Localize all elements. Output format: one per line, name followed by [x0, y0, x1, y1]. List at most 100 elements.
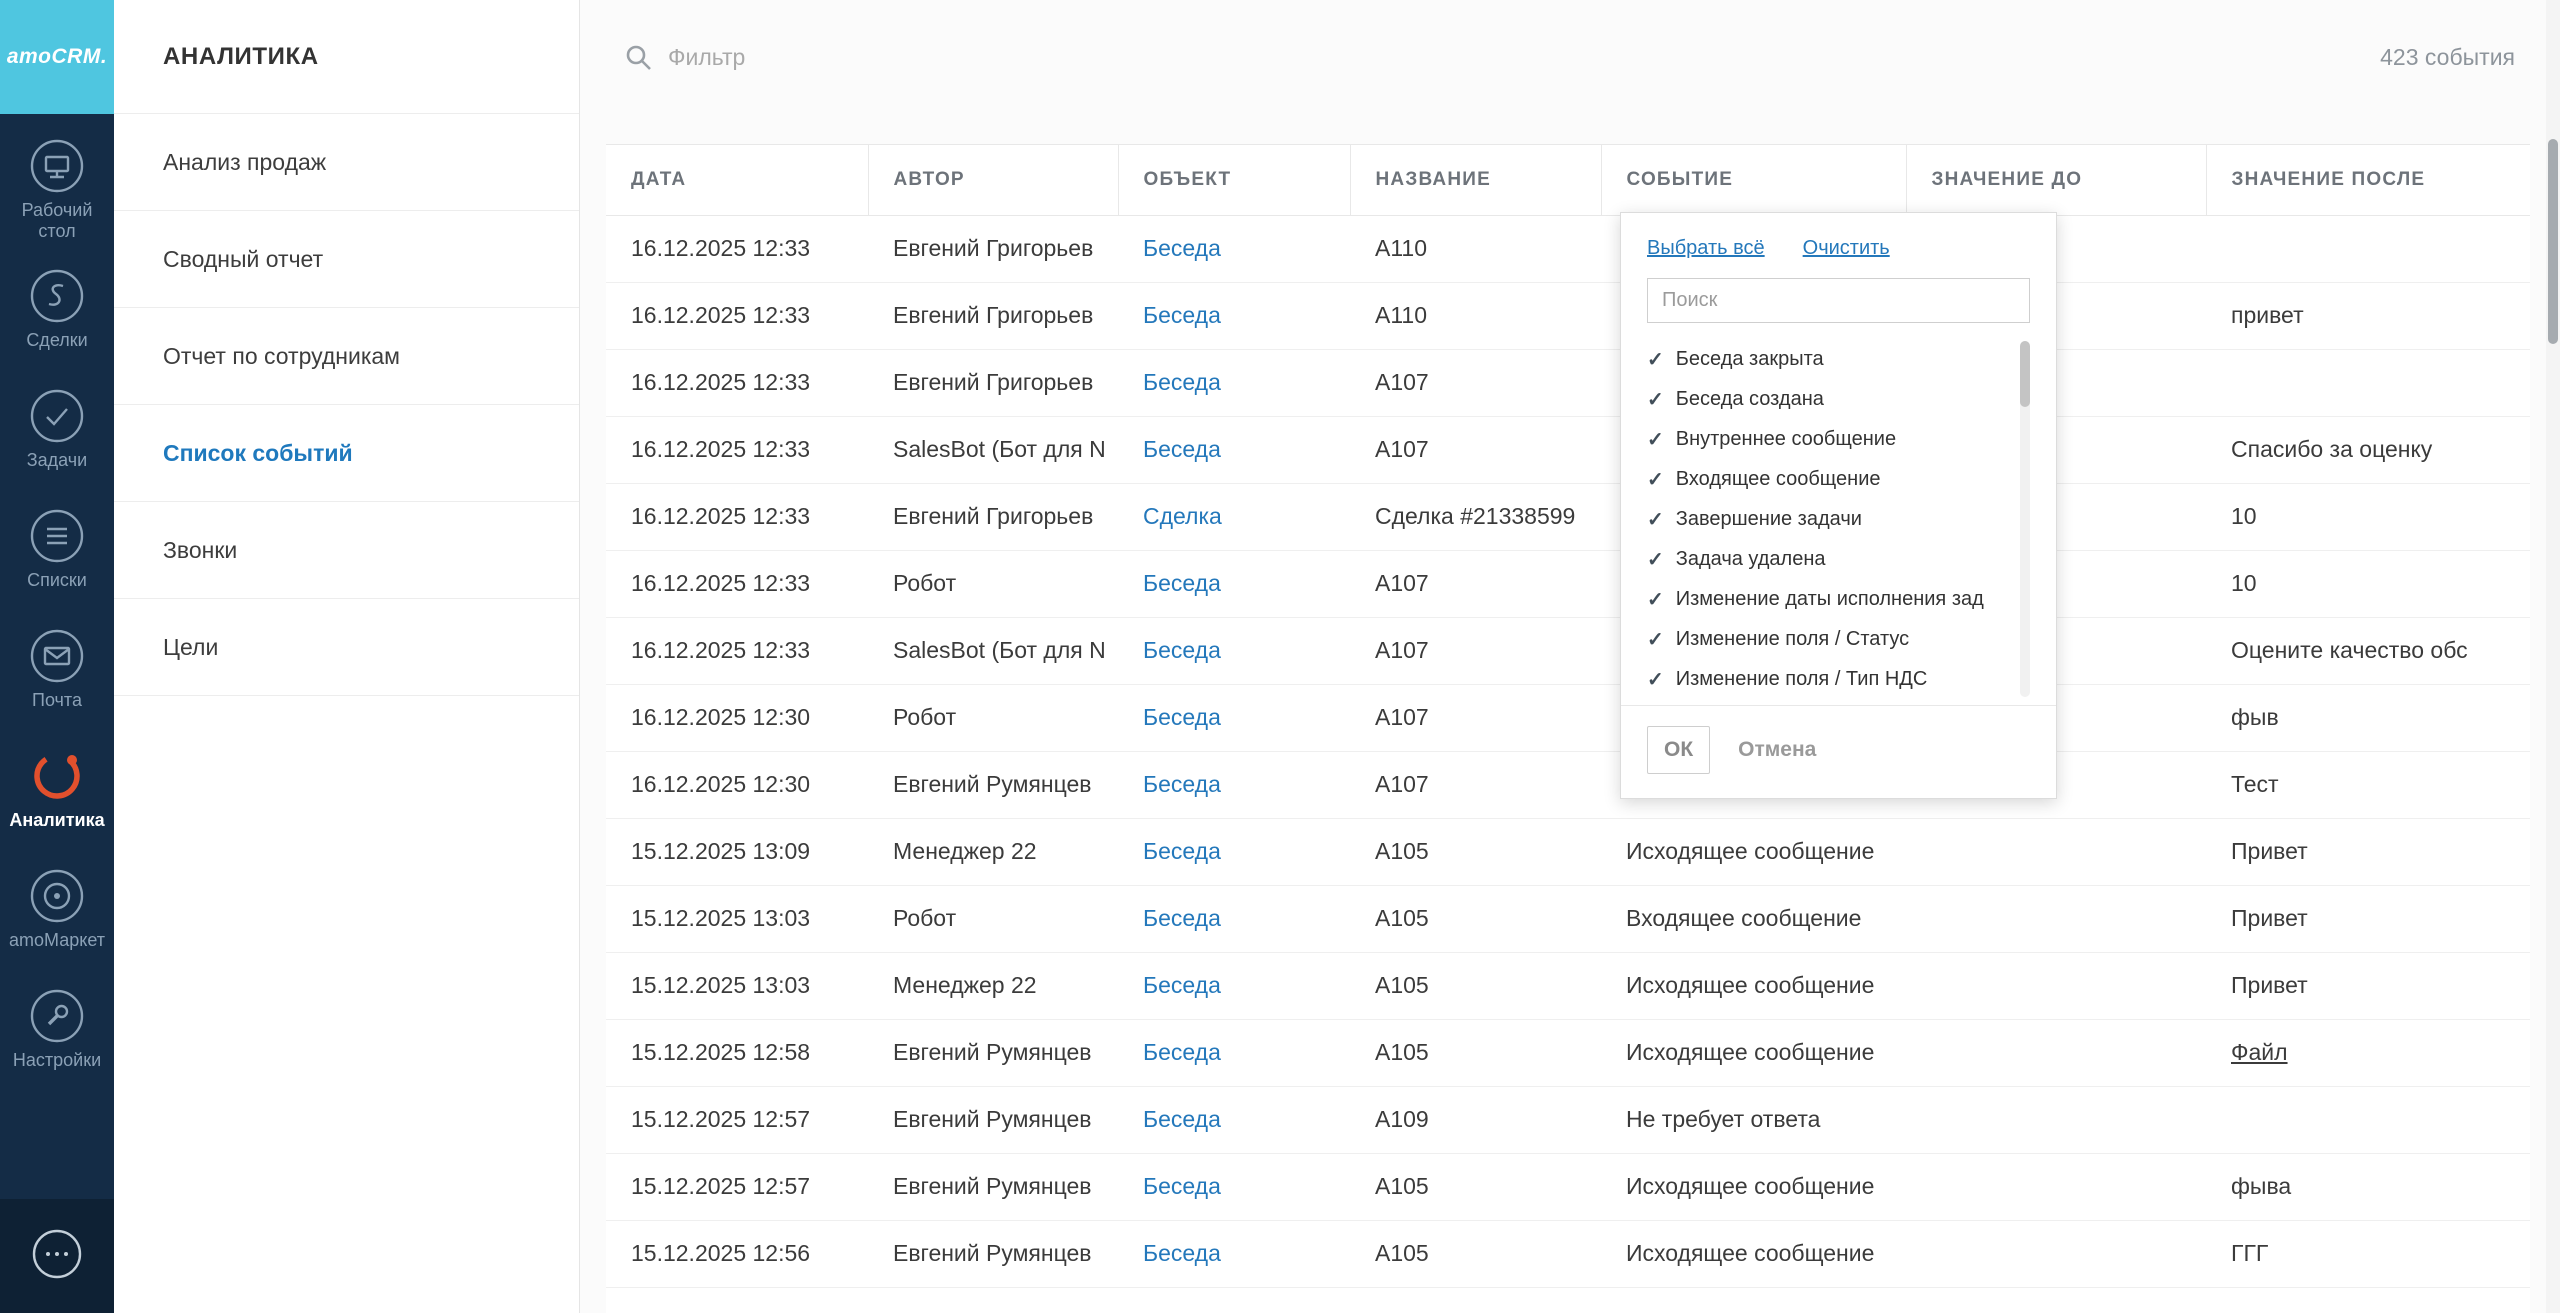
- menu-item-calls[interactable]: Звонки: [114, 502, 579, 599]
- filter-input[interactable]: Фильтр: [668, 44, 745, 71]
- checkmark-icon: ✓: [1647, 627, 1664, 652]
- object-link[interactable]: Беседа: [1143, 302, 1221, 328]
- table-row[interactable]: 16.12.2025 12:33 Евгений Григорьев Бесед…: [606, 215, 2530, 282]
- menu-item-goals[interactable]: Цели: [114, 599, 579, 696]
- filter-option[interactable]: ✓ Изменение поля / Тип НДС: [1647, 659, 2010, 699]
- table-row[interactable]: 15.12.2025 12:57 Евгений Румянцев Беседа…: [606, 1086, 2530, 1153]
- menu-item-event-list[interactable]: Список событий: [114, 405, 579, 502]
- sidebar-item-label: Задачи: [5, 450, 109, 471]
- filter-list-scrollbar[interactable]: [2020, 341, 2030, 697]
- sidebar-item-lists[interactable]: Списки: [0, 490, 114, 610]
- filter-option[interactable]: ✓ Изменение поля / Статус: [1647, 619, 2010, 659]
- select-all-link[interactable]: Выбрать всё: [1647, 237, 1765, 260]
- object-link[interactable]: Беседа: [1143, 570, 1221, 596]
- cell-date: 15.12.2025 12:56: [606, 1220, 868, 1287]
- column-header-date[interactable]: ДАТА: [606, 145, 868, 215]
- filter-option[interactable]: ✓ Задача удалена: [1647, 539, 2010, 579]
- object-link[interactable]: Сделка: [1143, 503, 1222, 529]
- cell-date: 15.12.2025 13:03: [606, 885, 868, 952]
- table-row[interactable]: 16.12.2025 12:33 Евгений Григорьев Бесед…: [606, 282, 2530, 349]
- cancel-button[interactable]: Отмена: [1738, 738, 1816, 762]
- table-row[interactable]: 15.12.2025 12:58 Евгений Румянцев Беседа…: [606, 1019, 2530, 1086]
- cell-author: Евгений Григорьев: [868, 349, 1118, 416]
- object-link[interactable]: Беседа: [1143, 972, 1221, 998]
- cell-date: 15.12.2025 12:58: [606, 1019, 868, 1086]
- object-link[interactable]: Беседа: [1143, 838, 1221, 864]
- cell-date: 15.12.2025 12:57: [606, 1086, 868, 1153]
- filter-options-list: ✓ Беседа закрыта ✓ Беседа создана ✓ Внут…: [1647, 339, 2030, 699]
- table-row[interactable]: 16.12.2025 12:33 Евгений Григорьев Бесед…: [606, 349, 2530, 416]
- analytics-icon: [30, 749, 84, 803]
- clear-link[interactable]: Очистить: [1803, 237, 1890, 260]
- column-header-author[interactable]: АВТОР: [868, 145, 1118, 215]
- filter-option[interactable]: ✓ Беседа закрыта: [1647, 339, 2010, 379]
- cell-author: Евгений Григорьев: [868, 215, 1118, 282]
- filter-option[interactable]: ✓ Внутреннее сообщение: [1647, 419, 2010, 459]
- object-link[interactable]: Беседа: [1143, 235, 1221, 261]
- table-row[interactable]: 15.12.2025 12:57 Евгений Румянцев Беседа…: [606, 1153, 2530, 1220]
- cell-author: Евгений Румянцев: [868, 1086, 1118, 1153]
- filter-list-scrollbar-thumb[interactable]: [2020, 341, 2030, 407]
- object-link[interactable]: Беседа: [1143, 637, 1221, 663]
- sidebar-item-mail[interactable]: Почта: [0, 610, 114, 730]
- table-row[interactable]: 15.12.2025 13:03 Робот Беседа A105 Входя…: [606, 885, 2530, 952]
- column-header-event[interactable]: СОБЫТИЕ: [1601, 145, 1906, 215]
- object-link[interactable]: Беседа: [1143, 369, 1221, 395]
- cell-object: Беседа: [1118, 416, 1350, 483]
- cell-author: Евгений Румянцев: [868, 1153, 1118, 1220]
- object-link[interactable]: Беседа: [1143, 1173, 1221, 1199]
- cell-object: Беседа: [1118, 215, 1350, 282]
- amocrm-logo[interactable]: amoCRM.: [0, 0, 114, 114]
- sidebar-item-settings[interactable]: Настройки: [0, 970, 114, 1090]
- filter-option[interactable]: ✓ Беседа создана: [1647, 379, 2010, 419]
- filter-option-label: Внутреннее сообщение: [1676, 428, 1896, 451]
- object-link[interactable]: Беседа: [1143, 1240, 1221, 1266]
- checkmark-icon: ✓: [1647, 387, 1664, 412]
- vertical-scrollbar-thumb[interactable]: [2548, 139, 2558, 344]
- column-header-name[interactable]: НАЗВАНИЕ: [1350, 145, 1601, 215]
- search-icon: [625, 44, 652, 71]
- table-row[interactable]: 16.12.2025 12:33 SalesBot (Бот для N Бес…: [606, 416, 2530, 483]
- object-link[interactable]: Беседа: [1143, 704, 1221, 730]
- menu-item-summary-report[interactable]: Сводный отчет: [114, 211, 579, 308]
- sidebar-item-amomarket[interactable]: amoМаркет: [0, 850, 114, 970]
- menu-item-employee-report[interactable]: Отчет по сотрудникам: [114, 308, 579, 405]
- column-header-value-before[interactable]: ЗНАЧЕНИЕ ДО: [1906, 145, 2206, 215]
- sidebar-item-desktop[interactable]: Рабочий стол: [0, 130, 114, 250]
- table-row[interactable]: 16.12.2025 12:30 Евгений Румянцев Беседа…: [606, 751, 2530, 818]
- topbar: Фильтр 423 события: [580, 0, 2560, 114]
- filter-option[interactable]: ✓ Изменение даты исполнения зад: [1647, 579, 2010, 619]
- cell-value-before: [1906, 818, 2206, 885]
- cell-name: A107: [1350, 751, 1601, 818]
- table-row[interactable]: 16.12.2025 12:33 Евгений Григорьев Сделк…: [606, 483, 2530, 550]
- cell-value-before: [1906, 1153, 2206, 1220]
- object-link[interactable]: Беседа: [1143, 1106, 1221, 1132]
- table-row[interactable]: 16.12.2025 12:33 Робот Беседа A107 10: [606, 550, 2530, 617]
- table-row[interactable]: 15.12.2025 13:09 Менеджер 22 Беседа A105…: [606, 818, 2530, 885]
- table-row[interactable]: 16.12.2025 12:30 Робот Беседа A107 фыв: [606, 684, 2530, 751]
- column-header-value-after[interactable]: ЗНАЧЕНИЕ ПОСЛЕ: [2206, 145, 2530, 215]
- table-row[interactable]: 15.12.2025 12:56 Евгений Румянцев Беседа…: [606, 1220, 2530, 1287]
- cell-name: A109: [1350, 1086, 1601, 1153]
- object-link[interactable]: Беседа: [1143, 905, 1221, 931]
- filter-option[interactable]: ✓ Завершение задачи: [1647, 499, 2010, 539]
- sidebar-item-label: Аналитика: [5, 810, 109, 831]
- column-header-object[interactable]: ОБЪЕКТ: [1118, 145, 1350, 215]
- sidebar-item-tasks[interactable]: Задачи: [0, 370, 114, 490]
- sidebar-item-deals[interactable]: Сделки: [0, 250, 114, 370]
- object-link[interactable]: Беседа: [1143, 771, 1221, 797]
- filter-option[interactable]: ✓ Входящее сообщение: [1647, 459, 2010, 499]
- object-link[interactable]: Беседа: [1143, 1039, 1221, 1065]
- ok-button[interactable]: ОК: [1647, 726, 1710, 774]
- cell-name: A107: [1350, 550, 1601, 617]
- table-row[interactable]: 15.12.2025 13:03 Менеджер 22 Беседа A105…: [606, 952, 2530, 1019]
- filter-search-input[interactable]: [1647, 278, 2030, 323]
- support-chat-button[interactable]: [0, 1199, 114, 1313]
- menu-item-sales-analysis[interactable]: Анализ продаж: [114, 114, 579, 211]
- cell-value-after: [2206, 349, 2530, 416]
- vertical-scrollbar[interactable]: [2546, 0, 2560, 1313]
- sidebar-item-analytics[interactable]: Аналитика: [0, 730, 114, 850]
- table-row[interactable]: 16.12.2025 12:33 SalesBot (Бот для N Бес…: [606, 617, 2530, 684]
- object-link[interactable]: Беседа: [1143, 436, 1221, 462]
- file-link[interactable]: Файл: [2231, 1039, 2288, 1065]
